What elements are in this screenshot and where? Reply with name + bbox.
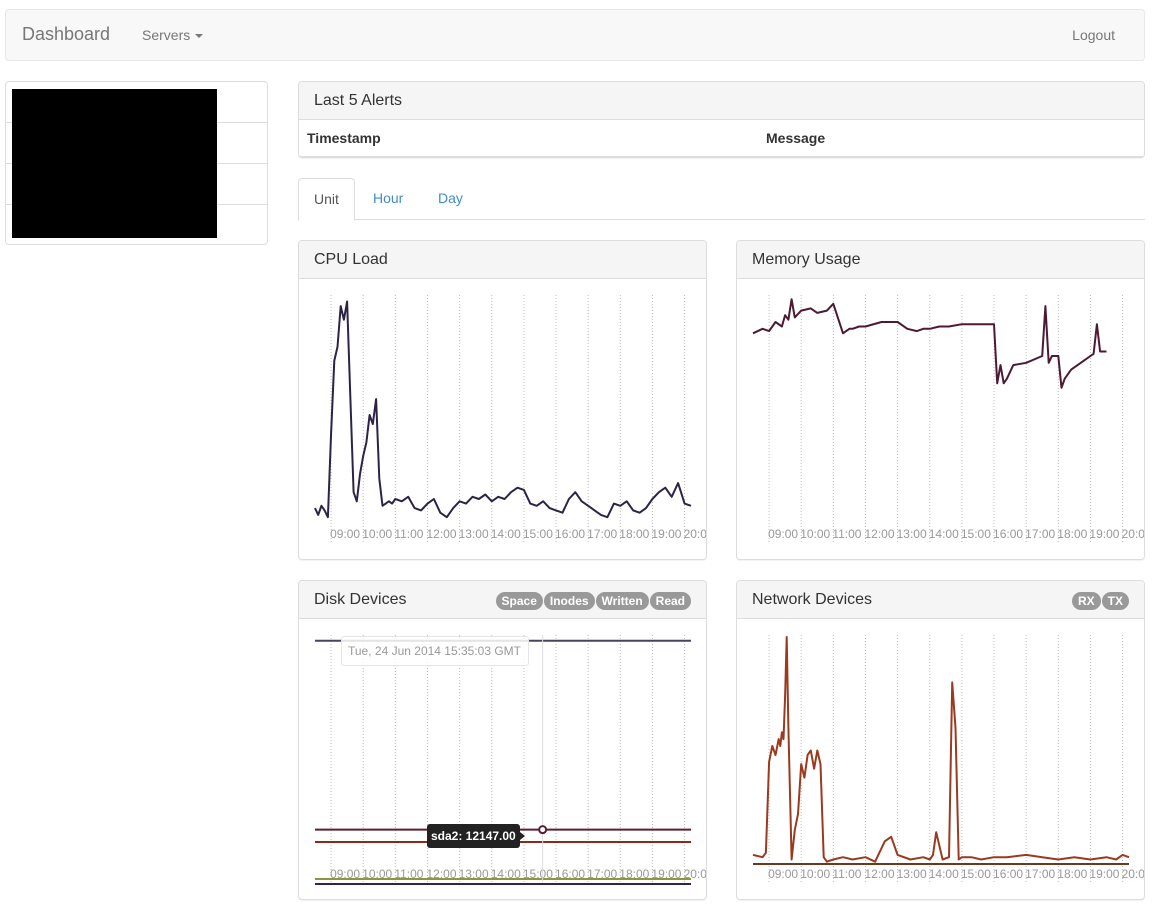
x-tick-label: 09:00 (330, 527, 360, 541)
servers-dropdown[interactable]: Servers (142, 27, 204, 43)
tab-hour[interactable]: Hour (358, 178, 418, 220)
memory-usage-panel: Memory Usage 09:00 10:00 11:00 12:00 13:00 14… (736, 240, 1145, 560)
hover-point (538, 825, 548, 835)
x-tick-label: 15:00 (961, 867, 991, 881)
x-tick-label: 20:00 (684, 527, 707, 541)
brand-link[interactable]: Dashboard (22, 24, 110, 45)
x-tick-label: 15:00 (961, 527, 991, 541)
cpu-load-chart[interactable]: 09:00 10:00 11:00 12:00 13:00 14:00 15:00 16:00… (299, 279, 707, 560)
x-tick-label: 14:00 (491, 527, 521, 541)
network-devices-title: Network Devices (752, 591, 873, 608)
toggle-written[interactable]: Written (594, 591, 650, 611)
x-tick-label: 12:00 (426, 527, 456, 541)
hover-value-tooltip: sda2: 12147.00 (427, 824, 525, 848)
x-tick-label: 19:00 (651, 527, 681, 541)
x-tick-label: 10:00 (362, 527, 392, 541)
x-tick-label: 13:00 (459, 527, 489, 541)
x-tick-label: 11:00 (394, 527, 423, 541)
x-tick-label: 19:00 (1089, 867, 1119, 881)
hover-time-tooltip: Tue, 24 Jun 2014 15:35:03 GMT (341, 636, 529, 666)
tab-unit[interactable]: Unit (298, 178, 355, 221)
column-timestamp: Timestamp (307, 130, 381, 146)
disk-devices-heading: Disk Devices Space Inodes Written Read (299, 581, 706, 619)
x-tick-label: 09:00 (768, 867, 798, 881)
logout-link[interactable]: Logout (1072, 27, 1115, 43)
x-tick-label: 11:00 (832, 867, 861, 881)
network-devices-panel: Network Devices RX TX 09:00 10:00 11:00 12:… (736, 580, 1145, 900)
time-range-tabs: Unit Hour Day (298, 178, 1145, 221)
redacted-region (12, 89, 217, 238)
x-tick-label: 19:00 (1089, 527, 1119, 541)
memory-usage-chart[interactable]: 09:00 10:00 11:00 12:00 13:00 14:00 15:00 16:00… (737, 279, 1145, 560)
x-tick-label: 16:00 (993, 867, 1023, 881)
alerts-title: Last 5 Alerts (299, 82, 1144, 120)
series-line-load (314, 300, 692, 519)
alerts-table-header: Timestamp Message (299, 120, 1144, 157)
x-tick-label: 16:00 (993, 527, 1023, 541)
x-tick-label: 15:00 (523, 527, 553, 541)
network-metric-toggles: RX TX (1070, 591, 1130, 611)
x-tick-label: 14:00 (929, 527, 959, 541)
x-tick-label: 20:00 (1122, 527, 1145, 541)
network-devices-chart[interactable]: 09:00 10:00 11:00 12:00 13:00 14:00 15:00 16:00… (737, 619, 1145, 900)
memory-usage-title: Memory Usage (737, 241, 1144, 279)
alerts-panel: Last 5 Alerts Timestamp Message (298, 81, 1145, 158)
toggle-tx[interactable]: TX (1100, 591, 1130, 611)
x-tick-label: 18:00 (619, 527, 649, 541)
x-tick-label: 13:00 (897, 527, 927, 541)
x-tick-label: 12:00 (864, 867, 894, 881)
x-tick-label: 13:00 (897, 867, 927, 881)
tab-day[interactable]: Day (423, 178, 478, 220)
cpu-load-panel: CPU Load 09:00 10:00 11:00 12:00 13:00 14:00 1… (298, 240, 707, 560)
x-tick-label: 14:00 (929, 867, 959, 881)
x-tick-label: 16:00 (555, 527, 585, 541)
x-tick-label: 10:00 (800, 867, 830, 881)
column-message: Message (766, 130, 826, 146)
x-tick-label: 18:00 (1057, 527, 1087, 541)
x-tick-label: 17:00 (1025, 527, 1055, 541)
x-tick-label: 17:00 (1025, 867, 1055, 881)
caret-down-icon (195, 34, 204, 39)
x-tick-label: 18:00 (1057, 867, 1087, 881)
network-devices-heading: Network Devices RX TX (737, 581, 1144, 619)
cpu-load-title: CPU Load (299, 241, 706, 279)
x-tick-label: 20:00 (1122, 867, 1145, 881)
disk-metric-toggles: Space Inodes Written Read (494, 591, 692, 611)
toggle-space[interactable]: Space (494, 591, 544, 611)
toggle-rx[interactable]: RX (1070, 591, 1102, 611)
x-tick-label: 10:00 (800, 527, 830, 541)
x-tick-label: 11:00 (832, 527, 861, 541)
x-tick-label: 12:00 (864, 527, 894, 541)
toggle-inodes[interactable]: Inodes (542, 591, 596, 611)
toggle-read[interactable]: Read (648, 591, 692, 611)
server-list-panel (5, 81, 268, 245)
disk-devices-panel: Disk Devices Space Inodes Written Read 0… (298, 580, 707, 900)
x-tick-label: 09:00 (768, 527, 798, 541)
x-tick-label: 17:00 (587, 527, 617, 541)
series-line-RX (752, 636, 1130, 863)
servers-label: Servers (142, 27, 191, 43)
navbar: Dashboard Servers Logout (5, 9, 1145, 61)
disk-devices-title: Disk Devices (314, 591, 407, 608)
